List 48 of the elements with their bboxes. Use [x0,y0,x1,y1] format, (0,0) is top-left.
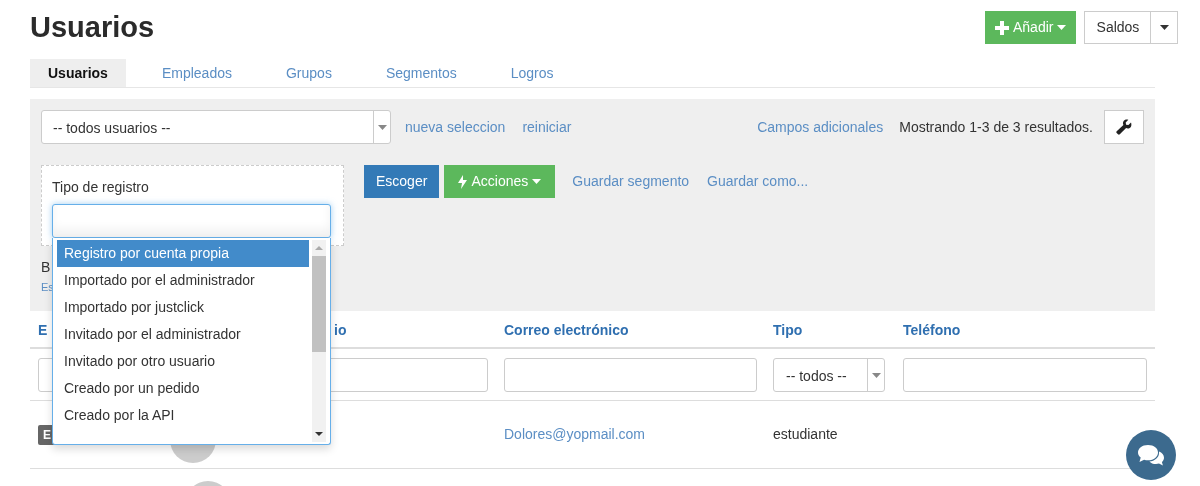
scrollbar[interactable] [312,240,326,442]
caret-icon [1159,25,1169,30]
toolbar-link[interactable]: nueva seleccion [405,116,506,138]
user-type: estudiante [773,425,838,444]
tab[interactable]: Logros [492,59,572,87]
segment-select[interactable]: -- todos usuarios -- [41,110,391,144]
chat-button[interactable] [1126,430,1176,480]
tab[interactable]: Usuarios [30,59,126,87]
tab[interactable]: Grupos [267,59,350,87]
filter-label: Tipo de registro [52,178,150,197]
chat-icon [1137,443,1165,467]
search-field[interactable] [52,204,331,238]
note-label: B [41,258,52,276]
caret-icon [871,372,881,378]
tab[interactable]: Segmentos [367,59,475,87]
dropdown-option[interactable]: Importado por justclick [57,294,309,321]
save-link[interactable]: Guardar segmento [572,165,690,198]
tab[interactable]: Empleados [143,59,250,87]
extra-fields-link[interactable]: Campos adicionales [757,116,884,138]
balances-button[interactable]: Saldos [1084,11,1152,44]
caret-icon [377,124,387,130]
column-header[interactable]: Tipo [773,322,803,338]
dropdown-option[interactable]: Registro por cuenta propia [57,240,309,267]
column-header[interactable]: E [38,322,48,338]
scroll-down-icon[interactable] [315,432,323,436]
column-header[interactable]: Teléfono [903,322,961,338]
email-link[interactable]: Dolores@yopmail.com [504,424,646,445]
type-select[interactable]: -- todos -- [773,358,885,392]
save-link[interactable]: Guardar como... [707,165,809,198]
dropdown-option[interactable]: Importado por el administrador [57,267,309,294]
settings-button[interactable] [1104,110,1144,144]
dropdown-toggle-button[interactable] [1151,11,1179,44]
toolbar-link[interactable]: reiniciar [522,116,572,138]
dropdown-option[interactable]: Invitado por el administrador [57,321,309,348]
results-count: Mostrando 1-3 de 3 resultados. [899,117,1093,137]
lightning-icon [458,174,468,189]
dropdown-option[interactable]: Creado por un pedido [57,375,309,402]
dropdown-option[interactable]: Invitado por otro usuario [57,348,309,375]
filter-input[interactable] [504,358,757,392]
choose-button[interactable]: Escoger [364,165,440,198]
column-header[interactable]: io [334,322,347,338]
caret-icon [1057,25,1067,30]
filter-input[interactable] [903,358,1147,392]
column-header[interactable]: Correo electrónico [504,322,629,338]
page-title: Usuarios [30,13,155,42]
caret-icon [532,179,542,184]
wrench-icon [1116,119,1132,135]
plus-icon [995,20,1009,35]
